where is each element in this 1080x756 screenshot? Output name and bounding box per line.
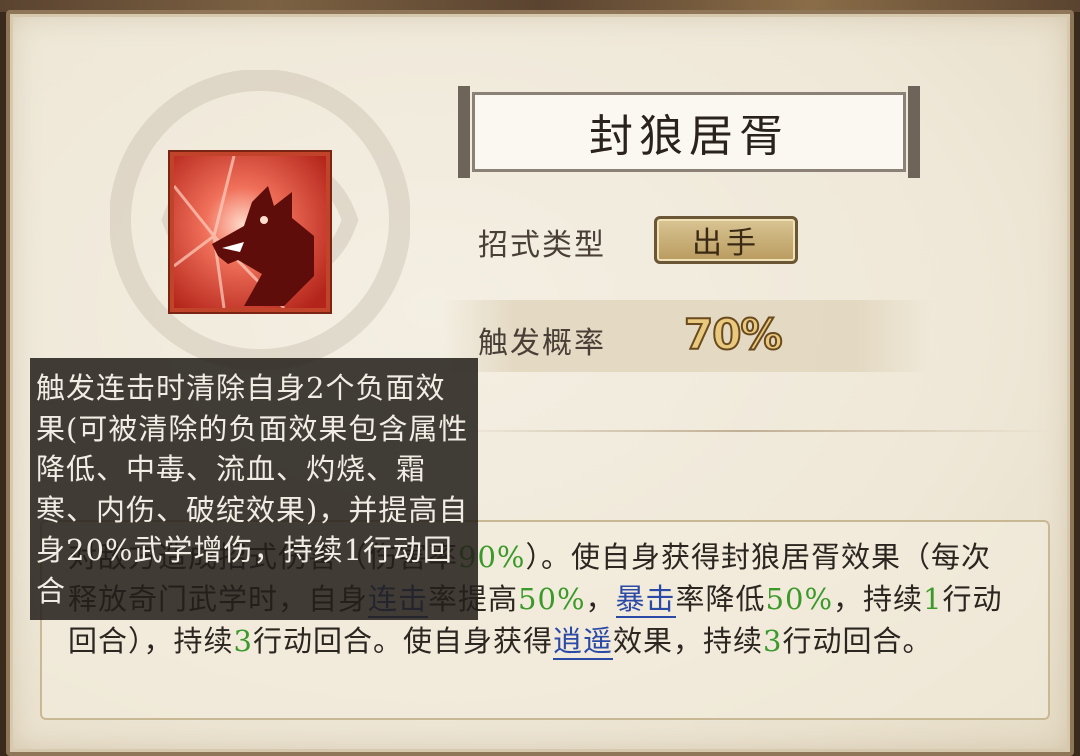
title-bracket-right (908, 86, 920, 178)
keyword-link[interactable]: 暴击 (615, 582, 676, 618)
skill-title-frame: 封狼居胥 (458, 86, 920, 178)
description-text: ，持续 (833, 582, 924, 616)
keyword-link[interactable]: 逍遥 (552, 624, 613, 660)
skill-type-label: 招式类型 (478, 228, 606, 263)
section-divider (440, 430, 1050, 432)
description-text: 效果，持续 (613, 624, 764, 658)
keyword-tooltip: 触发连击时清除自身2个负面效果(可被清除的负面效果包含属性降低、中毒、流血、灼烧… (30, 358, 478, 620)
skill-icon[interactable] (170, 152, 330, 312)
skill-type-badge: 出手 (654, 216, 798, 264)
description-text: 率降低 (675, 582, 766, 616)
description-value: 50% (765, 582, 834, 616)
title-bracket-left (458, 86, 470, 178)
skill-name: 封狼居胥 (472, 92, 906, 172)
description-value: 3 (233, 624, 253, 658)
trigger-rate-value: 70% (683, 309, 784, 360)
description-value: 3 (763, 624, 783, 658)
description-text: 行动回合。 (782, 624, 933, 658)
wolf-head-icon (174, 156, 326, 308)
description-value: 1 (923, 582, 943, 616)
description-text: ， (585, 582, 616, 616)
description-value: 50% (518, 582, 586, 616)
tooltip-text: 触发连击时清除自身2个负面效果(可被清除的负面效果包含属性降低、中毒、流血、灼烧… (36, 371, 469, 608)
trigger-rate-label: 触发概率 (478, 326, 606, 361)
description-text: 行动回合。使自身获得 (252, 624, 553, 658)
